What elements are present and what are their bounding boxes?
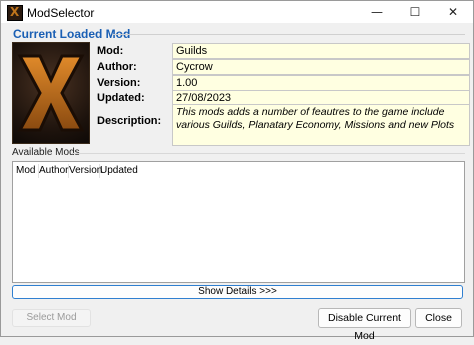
description-value: This mods adds a number of feautres to t…	[172, 104, 470, 146]
mod-selector-window: ModSelector — ☐ ✕ Current Loaded Mod Mod…	[0, 0, 474, 342]
x-logo-icon	[12, 42, 90, 144]
column-header-author[interactable]: Author	[36, 164, 69, 178]
updated-label: Updated:	[97, 92, 145, 104]
maximize-button[interactable]: ☐	[399, 1, 431, 23]
version-value: 1.00	[172, 75, 470, 91]
author-label: Author:	[97, 61, 137, 73]
app-icon	[7, 5, 23, 21]
window-title: ModSelector	[27, 6, 95, 20]
close-window-button[interactable]: ✕	[437, 1, 469, 23]
minimize-button[interactable]: —	[361, 1, 393, 23]
title-bar[interactable]: ModSelector — ☐ ✕	[1, 1, 473, 23]
mod-value: Guilds	[172, 43, 470, 59]
close-button[interactable]: Close	[415, 308, 462, 328]
select-mod-button[interactable]: Select Mod	[12, 309, 91, 327]
available-mods-list[interactable]: Mod Author Version Updated	[12, 161, 465, 283]
available-mods-divider	[73, 153, 465, 154]
column-header-version[interactable]: Version	[66, 164, 102, 178]
x-logo-graphic	[17, 54, 85, 132]
available-mods-label: Available Mods	[12, 147, 80, 158]
mod-label: Mod:	[97, 45, 124, 57]
description-label: Description:	[97, 115, 162, 127]
version-label: Version:	[97, 77, 141, 89]
show-details-button[interactable]: Show Details >>>	[12, 285, 463, 299]
disable-current-mod-button[interactable]: Disable Current Mod	[318, 308, 411, 342]
column-header-updated[interactable]: Updated	[97, 164, 138, 178]
author-value: Cycrow	[172, 59, 470, 75]
group-divider	[113, 34, 465, 35]
